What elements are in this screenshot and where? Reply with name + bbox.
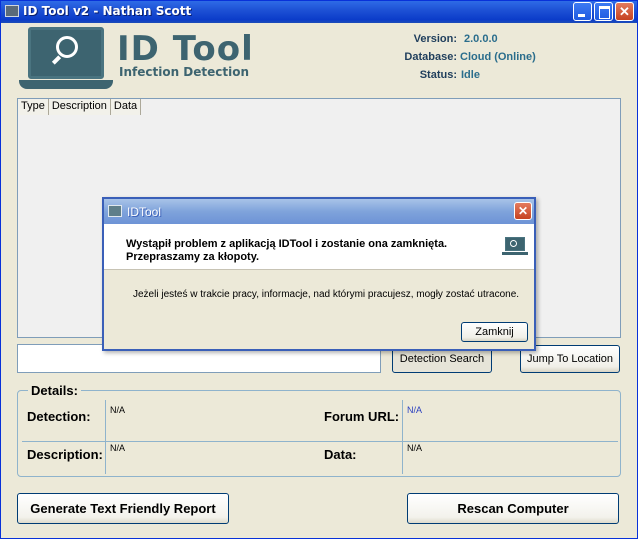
dialog-message-line1: Wystąpił problem z aplikacją IDTool i zo… [126,238,448,250]
dialog-info-text: Jeżeli jesteś w trakcie pracy, informacj… [133,289,520,300]
database-label: Database: [404,51,457,63]
detection-value: N/A [110,405,126,415]
dialog-message: Wystąpił problem z aplikacją IDTool i zo… [126,238,486,264]
dialog-header: Wystąpił problem z aplikacją IDTool i zo… [104,224,534,270]
column-header-data[interactable]: Data [110,99,142,115]
generate-report-button[interactable]: Generate Text Friendly Report [17,493,229,524]
forum-url-label: Forum URL: [324,409,400,424]
dialog-app-icon [108,205,122,217]
data-value: N/A [407,443,423,453]
column-header-description[interactable]: Description [48,99,111,115]
title-bar[interactable]: ID Tool v2 - Nathan Scott ✕ [1,1,637,23]
forum-url-link[interactable]: N/A [407,405,422,415]
database-value: Cloud (Online) [460,51,536,63]
laptop-magnifier-icon [19,27,113,91]
maximize-button[interactable] [594,2,613,21]
logo-title: ID Tool [117,29,254,69]
dialog-close-button[interactable]: ✕ [514,202,532,220]
rescan-computer-button[interactable]: Rescan Computer [407,493,619,524]
main-window: ID Tool v2 - Nathan Scott ✕ ID Tool Infe… [0,0,638,539]
column-header-type[interactable]: Type [18,99,49,115]
minimize-icon [574,3,591,20]
close-icon: ✕ [619,4,630,19]
detection-label: Detection: [27,409,91,424]
minimize-button[interactable] [573,2,592,21]
list-header: Type Description Data [18,99,142,115]
version-value: 2.0.0.0 [464,33,498,45]
data-label: Data: [324,447,357,462]
details-legend: Details: [28,383,81,398]
close-icon: ✕ [517,204,529,218]
logo-subtitle: Infection Detection [119,65,250,79]
app-icon [5,5,19,17]
laptop-icon [502,237,528,257]
close-button[interactable]: ✕ [615,2,634,21]
status-label: Status: [419,69,457,81]
version-label: Version: [413,33,457,45]
error-dialog: IDTool ✕ Wystąpił problem z aplikacją ID… [102,197,536,351]
dialog-message-line2: Przepraszamy za kłopoty. [126,251,260,263]
description-value: N/A [110,443,126,453]
dialog-close-app-button[interactable]: Zamknij [461,322,528,342]
window-title: ID Tool v2 - Nathan Scott [23,4,192,18]
maximize-icon [595,3,612,20]
details-panel: Details: Detection: N/A Forum URL: N/A D… [17,383,621,477]
dialog-title-bar[interactable]: IDTool ✕ [104,199,534,224]
dialog-title: IDTool [127,205,162,219]
description-label: Description: [27,447,103,462]
status-value: Idle [461,69,480,81]
